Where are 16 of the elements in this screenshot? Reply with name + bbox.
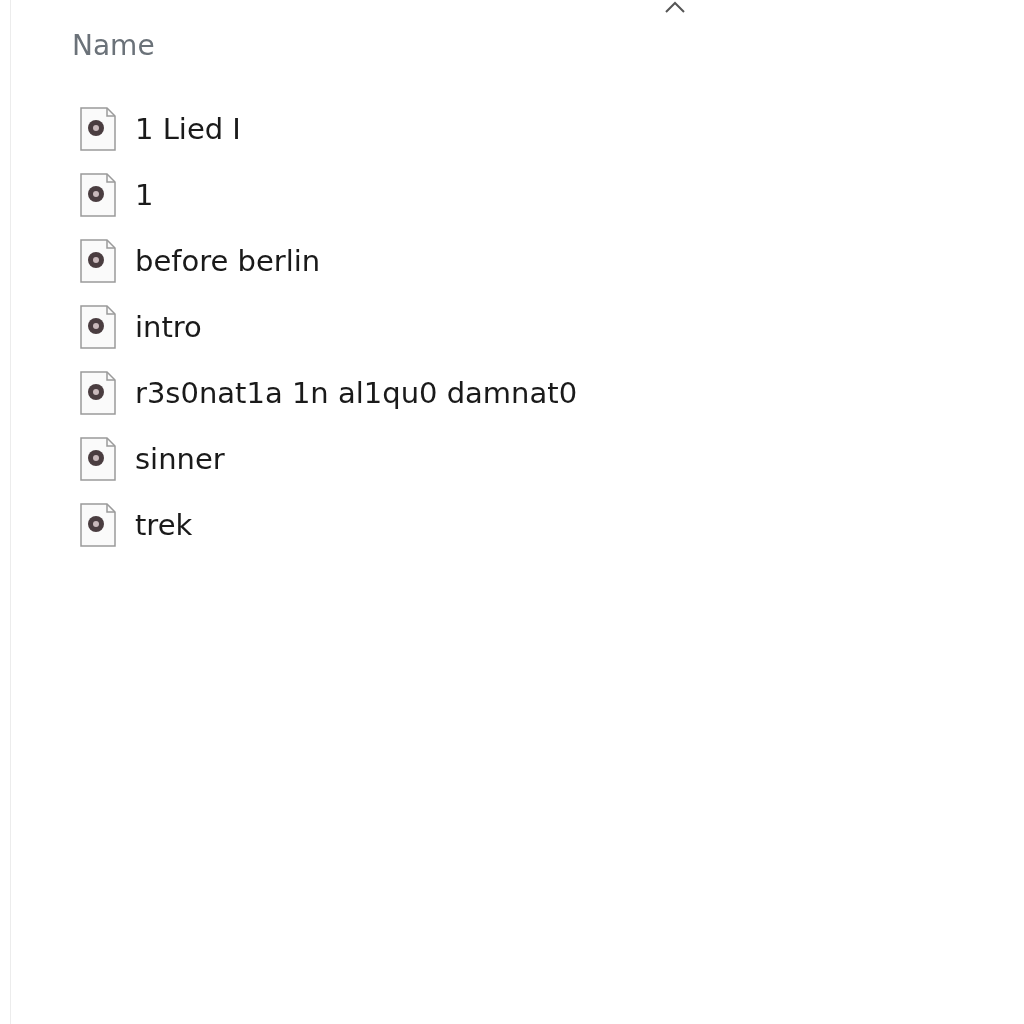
file-name[interactable]: r3s0nat1a 1n al1qu0 damnat0 (135, 376, 578, 410)
audio-file-icon (79, 502, 117, 548)
file-name[interactable]: 1 Lied I (135, 112, 241, 146)
audio-file-icon (79, 172, 117, 218)
file-name[interactable]: intro (135, 310, 202, 344)
audio-file-icon (79, 238, 117, 284)
audio-file-icon (79, 370, 117, 416)
sort-caret-icon[interactable] (663, 0, 687, 14)
column-header[interactable]: Name (72, 28, 155, 64)
file-name[interactable]: trek (135, 508, 193, 542)
audio-file-icon (79, 106, 117, 152)
file-name[interactable]: sinner (135, 442, 225, 476)
audio-file-icon (79, 304, 117, 350)
audio-file-icon (79, 436, 117, 482)
file-name[interactable]: before berlin (135, 244, 321, 278)
file-name[interactable]: 1 (135, 178, 154, 212)
